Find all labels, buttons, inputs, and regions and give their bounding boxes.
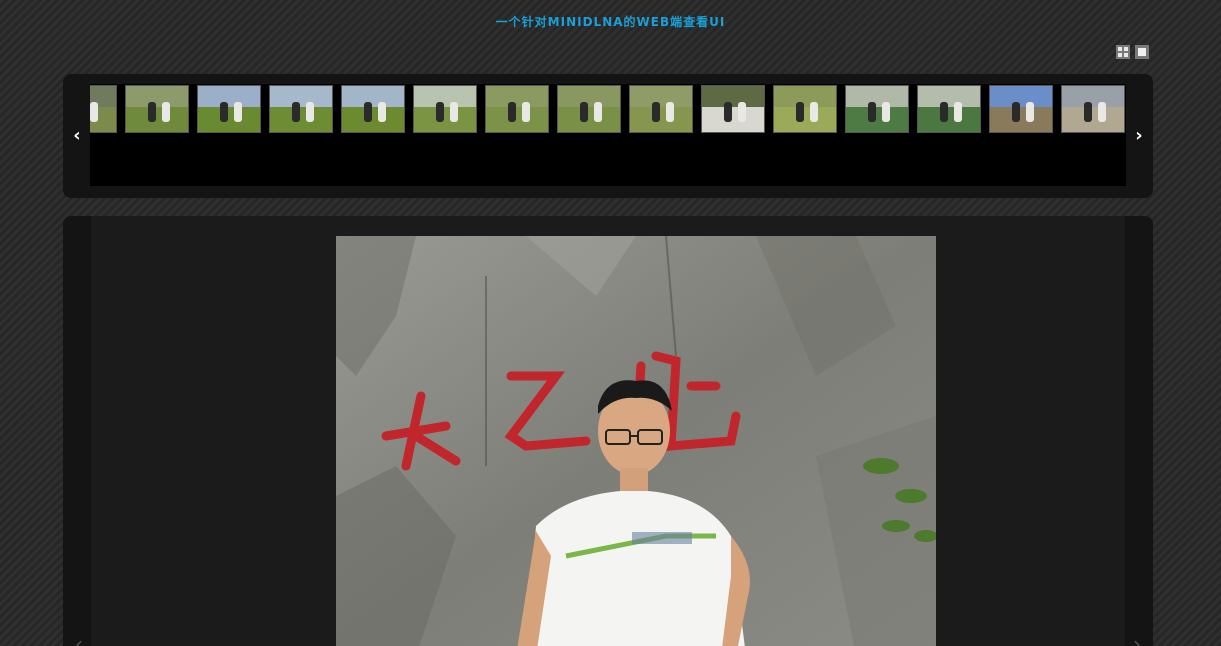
thumbnail-figure [220,102,228,122]
filmstrip-prev-button[interactable]: ‹ [70,126,84,146]
chevron-right-icon: › [1135,125,1143,146]
thumbnail-figure [594,102,602,122]
thumbnail-image-top [630,86,692,107]
filmstrip-thumbnail[interactable] [1061,85,1125,133]
thumbnail-figure [306,102,314,122]
page-title: 一个针对MINIDLNA的WEB端查看UI [495,15,726,29]
thumbnail-image-bottom [414,106,476,132]
thumbnail-figure [738,102,746,122]
filmstrip-thumbnail[interactable] [845,85,909,133]
chevron-left-icon: ‹ [75,632,83,646]
grid-view-button[interactable] [1116,45,1130,59]
filmstrip-thumbnail[interactable] [125,85,189,133]
thumbnail-figure [1084,102,1092,122]
main-photo[interactable] [336,236,936,646]
thumbnail-figure [652,102,660,122]
filmstrip-thumbnail[interactable] [269,85,333,133]
filmstrip-thumbnail[interactable] [701,85,765,133]
thumbnail-image-top [990,86,1052,107]
filmstrip: ‹ › [63,74,1153,198]
thumbnail-figure [940,102,948,122]
thumbnail-image-bottom [198,106,260,132]
square-icon [1138,48,1146,56]
grid-icon [1118,47,1122,51]
thumbnail-image-bottom [1062,106,1124,132]
thumbnail-figure [666,102,674,122]
thumbnail-figure [436,102,444,122]
thumbnail-figure [954,102,962,122]
thumbnail-figure [868,102,876,122]
thumbnail-figure [1026,102,1034,122]
thumbnail-figure [90,102,98,122]
thumbnail-image-top [126,86,188,107]
thumbnail-image-top [270,86,332,107]
thumbnail-image-top [342,86,404,107]
thumbnail-image-top [846,86,908,107]
grid-icon-cell [1124,47,1128,51]
thumbnail-figure [796,102,804,122]
thumbnail-image-top [774,86,836,107]
thumbnail-image-top [558,86,620,107]
thumbnail-image-bottom [630,106,692,132]
grid-icon-cell [1124,53,1128,57]
thumbnail-image-top [1062,86,1124,107]
thumbnail-figure [292,102,300,122]
thumbnail-figure [810,102,818,122]
filmstrip-thumbnail[interactable] [557,85,621,133]
thumbnail-figure [450,102,458,122]
thumbnail-image-bottom [918,106,980,132]
thumbnail-figure [148,102,156,122]
thumbnail-image-bottom [126,106,188,132]
thumbnail-image-bottom [342,106,404,132]
grid-icon-cell [1118,53,1122,57]
thumbnail-image-bottom [774,106,836,132]
thumbnail-image-top [198,86,260,107]
filmstrip-thumbnail[interactable] [90,85,117,133]
filmstrip-thumbnail[interactable] [989,85,1053,133]
thumbnail-image-top [486,86,548,107]
chevron-left-icon: ‹ [73,125,81,146]
filmstrip-thumbnail[interactable] [197,85,261,133]
filmstrip-thumbnail[interactable] [773,85,837,133]
filmstrip-track [90,84,1126,186]
filmstrip-thumbnail[interactable] [485,85,549,133]
thumbnail-figure [882,102,890,122]
viewer-prev-button[interactable]: ‹ [71,634,87,646]
thumbnail-figure [364,102,372,122]
viewer-next-button[interactable]: › [1129,634,1145,646]
thumbnail-figure [378,102,386,122]
thumbnail-figure [580,102,588,122]
thumbnail-figure [1012,102,1020,122]
thumbnail-image-top [918,86,980,107]
thumbnail-image-bottom [486,106,548,132]
filmstrip-next-button[interactable]: › [1132,126,1146,146]
thumbnail-image-bottom [990,106,1052,132]
filmstrip-thumbnail[interactable] [341,85,405,133]
thumbnail-image-bottom [702,106,764,132]
photo-image [336,236,936,646]
thumbnail-image-top [702,86,764,107]
filmstrip-thumbnail[interactable] [917,85,981,133]
thumbnail-figure [234,102,242,122]
thumbnail-image-bottom [846,106,908,132]
filmstrip-thumbnail[interactable] [629,85,693,133]
thumbnail-figure [162,102,170,122]
thumbnail-figure [508,102,516,122]
viewer-stage [91,216,1125,646]
thumbnail-image-top [414,86,476,107]
filmstrip-thumbnail[interactable] [413,85,477,133]
thumbnail-figure [1098,102,1106,122]
photo-viewer: ‹ › [63,216,1153,646]
thumbnail-image-bottom [270,106,332,132]
chevron-right-icon: › [1133,632,1141,646]
thumbnail-figure [724,102,732,122]
thumbnail-image-bottom [558,106,620,132]
thumbnail-figure [522,102,530,122]
single-view-button[interactable] [1135,45,1149,59]
